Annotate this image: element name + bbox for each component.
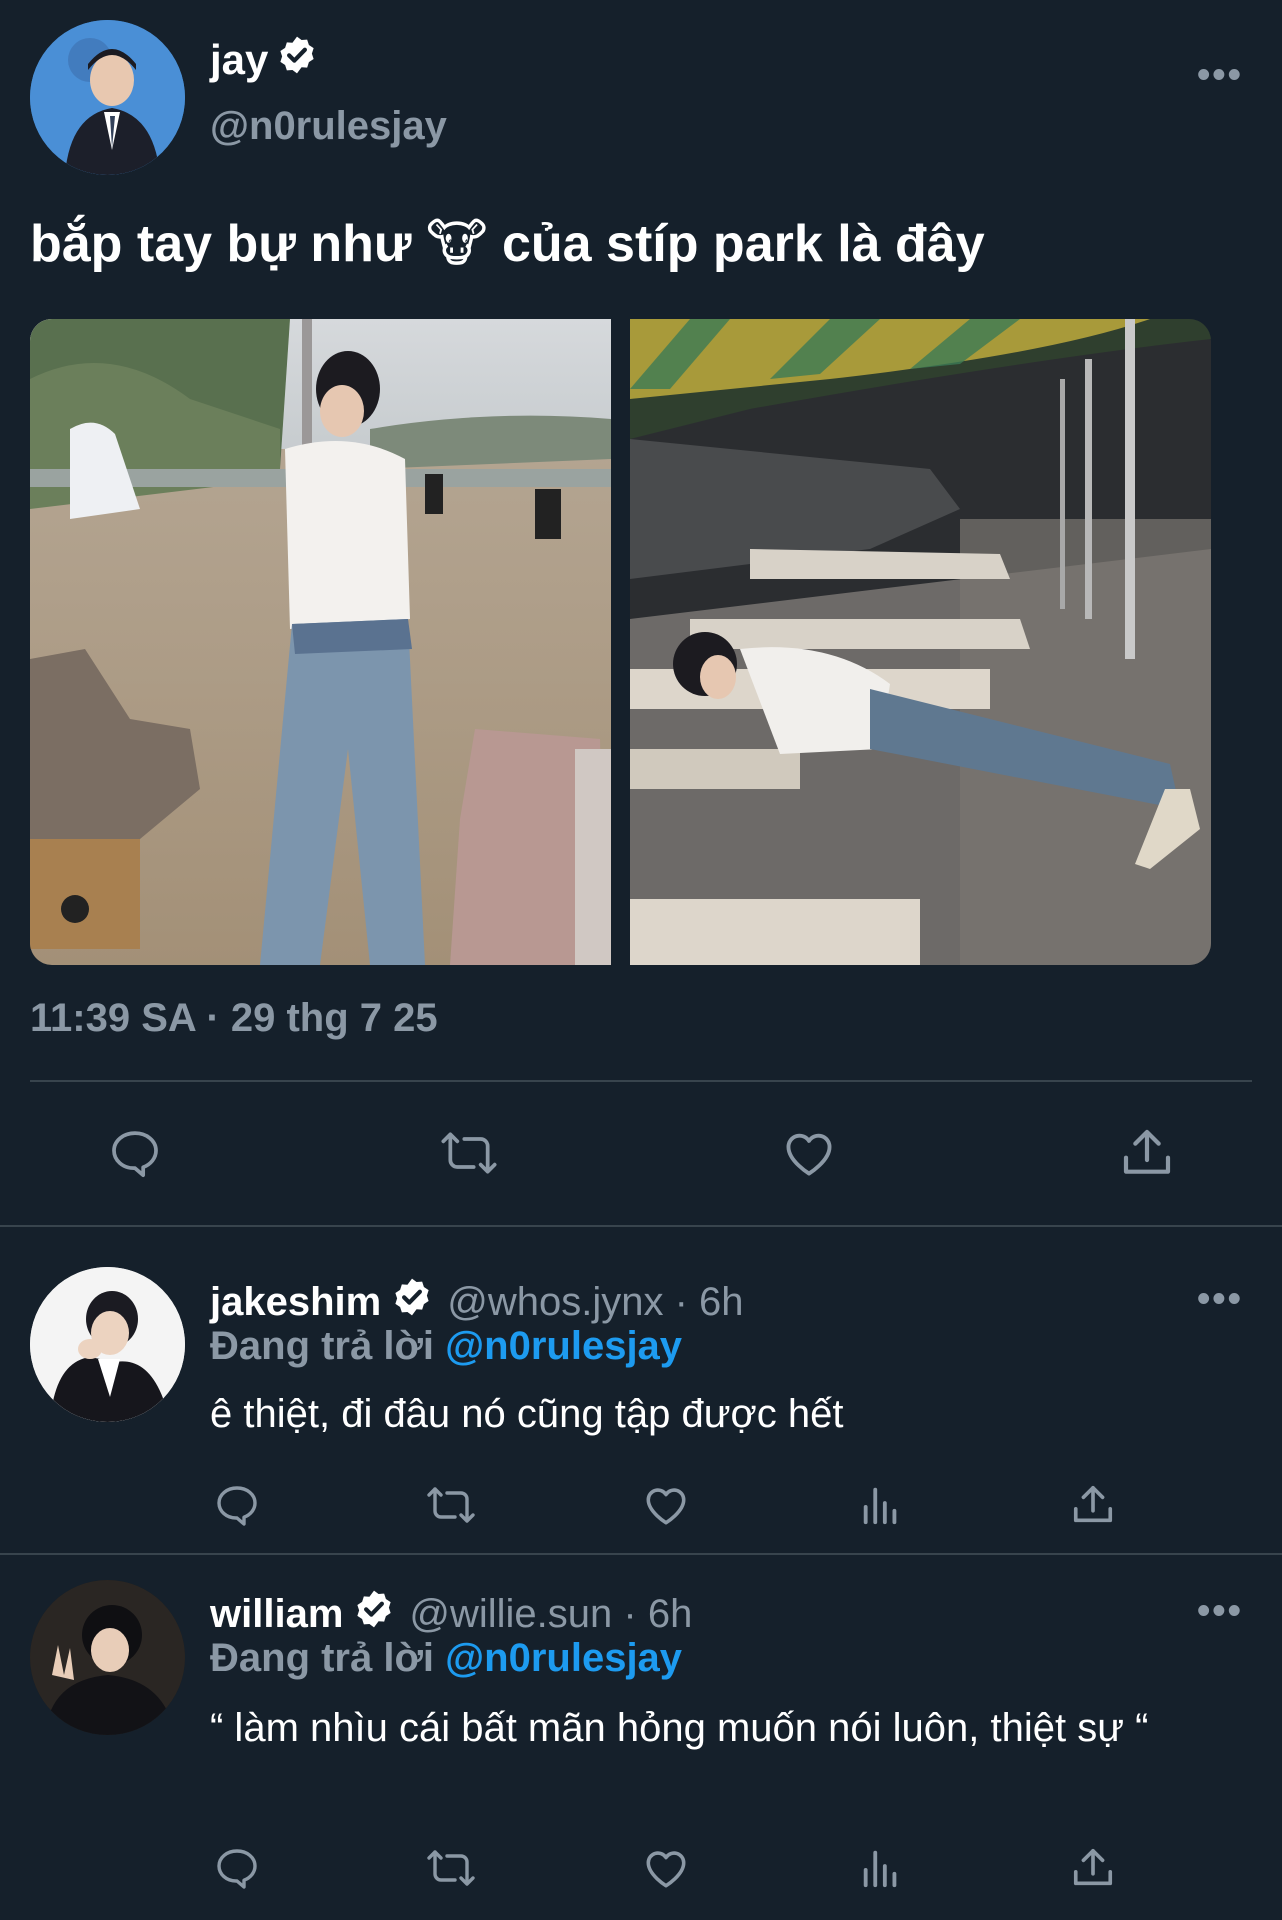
reply-icon — [217, 1486, 257, 1526]
reply-icon — [112, 1131, 158, 1178]
divider — [0, 1553, 1282, 1555]
replying-handle-link[interactable]: @n0rulesjay — [445, 1324, 682, 1368]
like-icon — [786, 1133, 832, 1176]
views-button[interactable] — [856, 1480, 906, 1530]
more-icon[interactable]: ••• — [1197, 1280, 1243, 1318]
retweet-icon — [427, 1850, 475, 1886]
like-icon — [646, 1851, 686, 1888]
retweet-button[interactable] — [424, 1843, 478, 1893]
handle-time[interactable]: @willie.sun · 6h — [409, 1592, 692, 1637]
replying-prefix: Đang trả lời — [210, 1636, 435, 1680]
tweet-photo-beach[interactable] — [30, 319, 611, 965]
replying-to: Đang trả lời @n0rulesjay — [210, 1636, 682, 1681]
verified-icon — [391, 1276, 433, 1328]
reply-header: william @willie.sun · 6h — [210, 1588, 692, 1640]
handle-time[interactable]: @whos.jynx · 6h — [447, 1280, 743, 1325]
reply-text: “ làm nhìu cái bất mãn hỏng muốn nói luô… — [210, 1706, 1149, 1750]
tweet-photo-pushup[interactable] — [630, 319, 1211, 965]
share-button[interactable] — [1068, 1843, 1118, 1893]
retweet-icon — [427, 1487, 475, 1523]
reply-button[interactable] — [212, 1480, 262, 1530]
share-button[interactable] — [1068, 1480, 1118, 1530]
views-icon — [863, 1850, 897, 1888]
more-icon[interactable]: ••• — [1197, 1592, 1243, 1630]
display-name[interactable]: jakeshim — [210, 1280, 381, 1325]
views-icon — [863, 1487, 897, 1525]
reply-button[interactable] — [104, 1122, 166, 1184]
like-button[interactable] — [778, 1122, 840, 1184]
verified-icon — [276, 34, 318, 86]
avatar[interactable] — [30, 1267, 185, 1422]
divider — [30, 1080, 1252, 1082]
display-name-text[interactable]: jay — [210, 36, 268, 84]
views-button[interactable] — [856, 1843, 906, 1893]
share-icon — [1073, 1848, 1113, 1886]
handle[interactable]: @n0rulesjay — [210, 104, 447, 149]
share-icon — [1123, 1129, 1171, 1174]
tweet-timestamp[interactable]: 11:39 SA · 29 thg 7 25 — [30, 996, 438, 1041]
retweet-button[interactable] — [438, 1122, 500, 1184]
avatar[interactable] — [30, 20, 185, 175]
retweet-button[interactable] — [424, 1480, 478, 1530]
replying-to: Đang trả lời @n0rulesjay — [210, 1324, 682, 1369]
reply-text: ê thiệt, đi đâu nó cũng tập được hết — [210, 1392, 844, 1436]
avatar[interactable] — [30, 1580, 185, 1735]
reply-button[interactable] — [212, 1843, 262, 1893]
replying-prefix: Đang trả lời — [210, 1324, 435, 1368]
display-name[interactable]: jay — [210, 34, 318, 86]
display-name[interactable]: william — [210, 1592, 343, 1637]
like-icon — [646, 1488, 686, 1525]
divider — [0, 1225, 1282, 1227]
reply-header: jakeshim @whos.jynx · 6h — [210, 1276, 744, 1328]
verified-icon — [353, 1588, 395, 1640]
replying-handle-link[interactable]: @n0rulesjay — [445, 1636, 682, 1680]
like-button[interactable] — [641, 1480, 691, 1530]
share-button[interactable] — [1116, 1122, 1178, 1184]
tweet-text: bắp tay bự như 🐮 của stíp park là đây — [30, 215, 985, 273]
more-icon[interactable]: ••• — [1197, 56, 1243, 94]
reply-icon — [217, 1849, 257, 1889]
share-icon — [1073, 1485, 1113, 1523]
like-button[interactable] — [641, 1843, 691, 1893]
retweet-icon — [441, 1132, 497, 1174]
